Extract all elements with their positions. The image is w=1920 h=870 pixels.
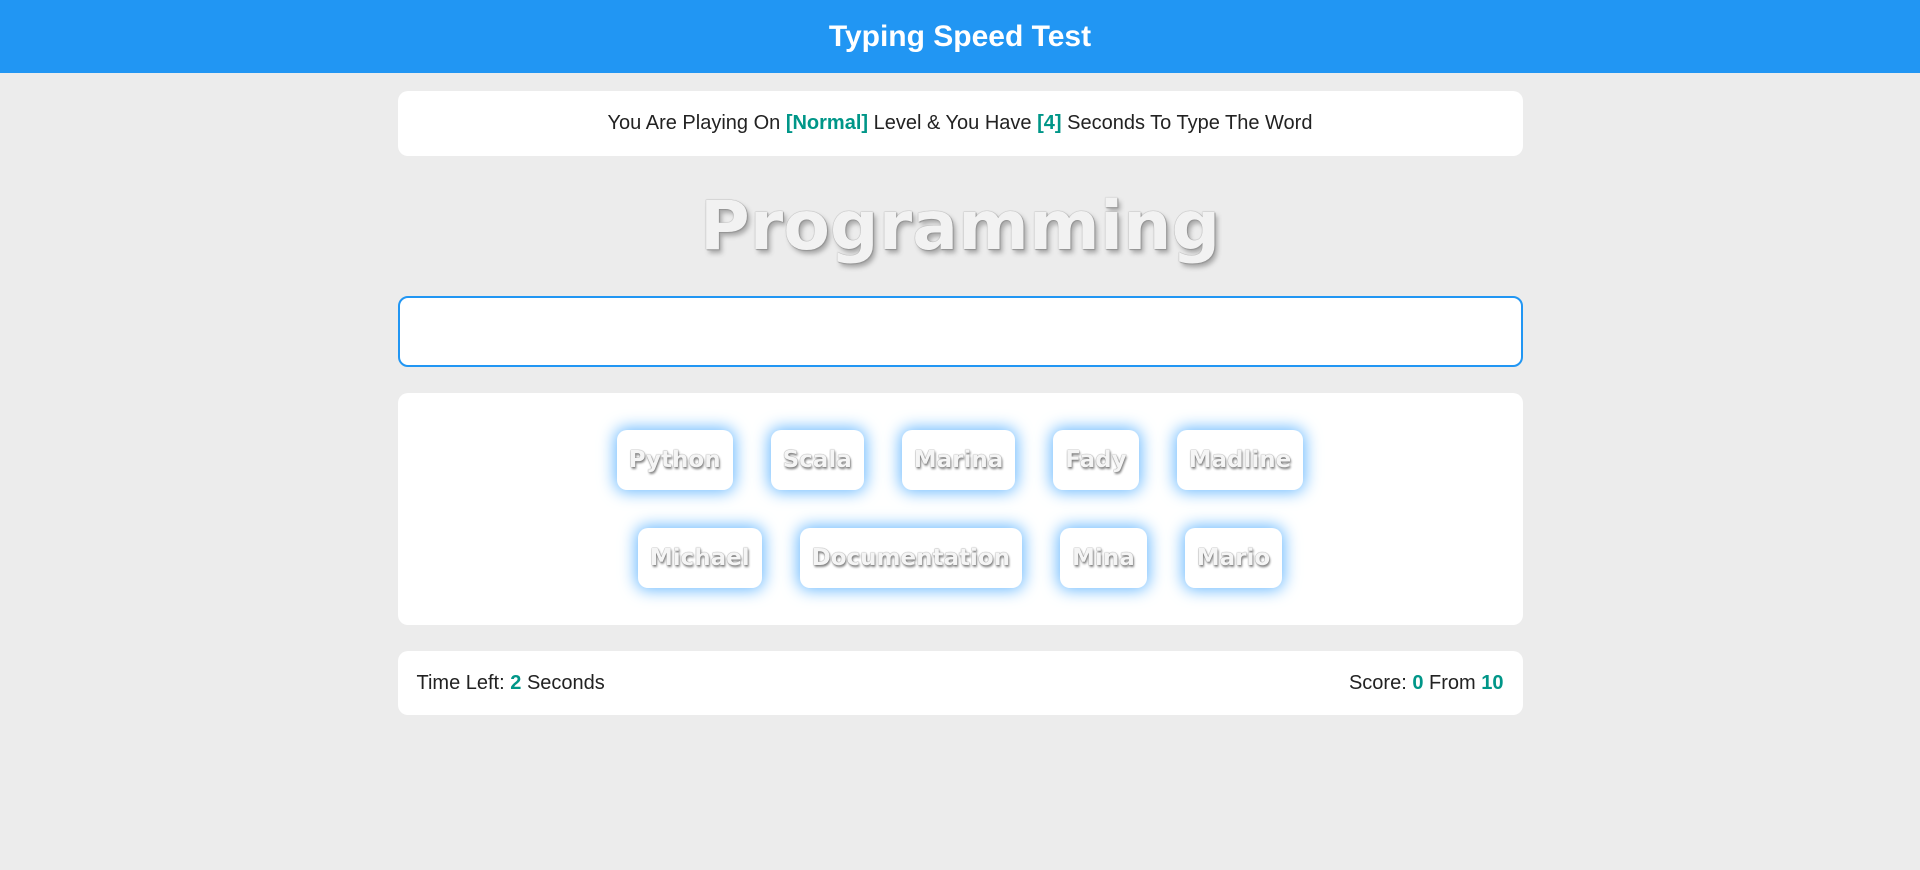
message-prefix: You Are Playing On	[607, 112, 781, 134]
time-left-label: Time Left:	[416, 671, 505, 694]
upcoming-word: Fady	[1053, 430, 1139, 490]
upcoming-word: Madline	[1176, 430, 1304, 490]
time-left-value: 2	[510, 671, 522, 694]
message-suffix: Seconds To Type The Word	[1067, 112, 1313, 134]
upcoming-word: Scala	[770, 430, 864, 490]
upcoming-words: Python Scala Marina Fady Madline Michael…	[397, 393, 1523, 625]
upcoming-word: Documentation	[799, 528, 1023, 588]
game-container: You Are Playing On [Normal] Level & You …	[397, 91, 1523, 715]
message-middle: Level & You Have	[873, 112, 1032, 134]
upcoming-word: Mina	[1060, 528, 1147, 588]
upcoming-word: Mario	[1184, 528, 1283, 588]
time-left-unit: Seconds	[526, 671, 605, 694]
score-label: Score:	[1348, 671, 1407, 694]
page-title: Typing Speed Test	[828, 19, 1092, 53]
score-total: 10	[1481, 671, 1504, 694]
app-header: Typing Speed Test	[0, 0, 1920, 73]
score-value: 0	[1412, 671, 1424, 694]
upcoming-word: Python	[616, 430, 733, 490]
status-bar: Time Left: 2 Seconds Score: 0 From 10	[397, 651, 1523, 715]
score-from: From	[1429, 671, 1476, 694]
word-input[interactable]	[397, 296, 1523, 367]
level-message: You Are Playing On [Normal] Level & You …	[397, 91, 1523, 156]
time-left: Time Left: 2 Seconds	[417, 672, 605, 695]
upcoming-word: Michael	[637, 528, 762, 588]
score: Score: 0 From 10	[1349, 672, 1504, 695]
level-name: [Normal]	[785, 112, 869, 134]
level-seconds: [4]	[1037, 112, 1062, 134]
current-word: Programming	[699, 186, 1221, 266]
upcoming-word: Marina	[901, 430, 1016, 490]
